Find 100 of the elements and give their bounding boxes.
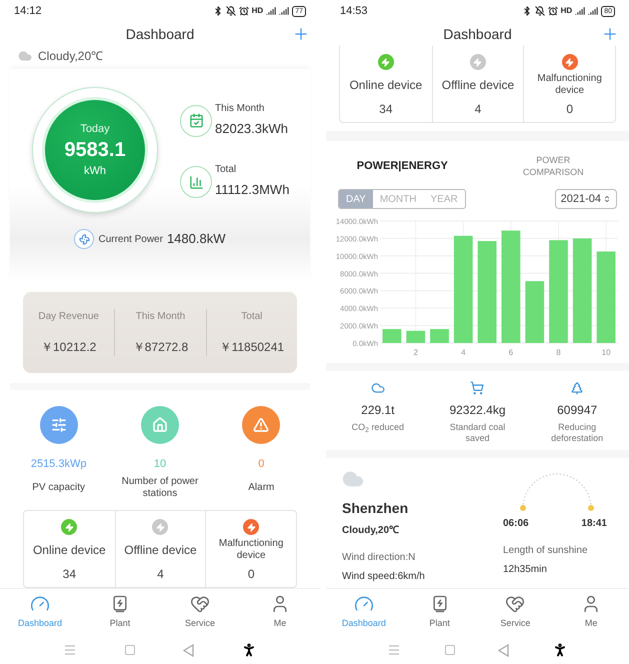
stat-icon xyxy=(180,104,212,137)
summary-value: 0 xyxy=(258,456,264,472)
device-label: Online device xyxy=(32,542,106,559)
stat-label: This Month xyxy=(215,102,266,116)
today-unit: kWh xyxy=(84,164,106,180)
energy-bar xyxy=(430,329,449,343)
nav-tab[interactable]: Dashboard xyxy=(8,594,72,631)
weather-condition: Cloudy,20℃ xyxy=(342,524,400,538)
stat-icon xyxy=(180,166,212,198)
menu-icon[interactable] xyxy=(63,643,78,657)
updown-icon xyxy=(603,195,611,203)
nav-tab[interactable]: Me xyxy=(559,594,624,631)
stat-value: 11112.3MWh xyxy=(215,181,290,200)
device-label: Online device xyxy=(349,77,422,94)
nav-tab[interactable]: Plant xyxy=(408,594,472,631)
weather-text: Cloudy,20℃ xyxy=(38,48,104,65)
summary-label: Number of power stations xyxy=(120,476,200,500)
current-power-label: Current Power xyxy=(98,232,163,247)
wind-direction: Wind direction:N xyxy=(342,551,416,565)
sunrise-time: 06:06 xyxy=(503,517,529,531)
network-indicator: HD xyxy=(560,5,572,17)
nav-tab[interactable]: Me xyxy=(248,594,312,631)
bluetooth-icon xyxy=(522,6,532,16)
month-select[interactable]: 2021-04 xyxy=(554,189,617,209)
today-value: 9583.1 xyxy=(64,138,126,164)
eco-label: Standard coal saved xyxy=(448,422,506,444)
stat-label: Total xyxy=(215,163,238,178)
device-label: Malfunctioning device xyxy=(218,538,284,562)
eco-value: 229.1t xyxy=(361,402,395,419)
home-icon[interactable] xyxy=(444,644,456,656)
eco-value: 92322.4kg xyxy=(449,402,506,419)
bell-off-icon xyxy=(534,6,545,16)
nav-tab[interactable]: Plant xyxy=(88,594,152,631)
heart-hands-icon xyxy=(190,594,210,614)
nav-tab[interactable]: Service xyxy=(483,594,548,631)
stat-value: 82023.3kWh xyxy=(215,120,288,138)
eco-label: Reducing deforestation xyxy=(550,422,604,444)
status-time: 14:12 xyxy=(14,4,42,19)
x-axis-label: 2 xyxy=(413,348,418,357)
cloud-icon xyxy=(18,48,32,63)
revenue-value: ￥87272.8 xyxy=(132,338,188,356)
summary-label: PV capacity xyxy=(31,482,86,494)
device-label: Offline device xyxy=(442,77,514,94)
heart-hands-icon xyxy=(505,594,526,614)
back-icon[interactable] xyxy=(498,644,510,656)
chart-tab[interactable]: POWER|ENERGY xyxy=(356,160,447,172)
page-title: Dashboard xyxy=(126,24,194,44)
x-axis-label: 8 xyxy=(556,348,561,357)
eco-icon xyxy=(370,381,385,395)
energy-bar xyxy=(382,329,402,343)
status-time: 14:53 xyxy=(340,4,368,19)
bluetooth-icon xyxy=(212,6,223,16)
revenue-label: Total xyxy=(241,310,262,324)
device-count: 34 xyxy=(62,566,76,583)
device-count: 4 xyxy=(157,566,164,583)
today-label: Today xyxy=(80,122,110,137)
current-power-value: 1480.8kW xyxy=(166,230,226,248)
signal-icon xyxy=(266,6,276,16)
sunset-time: 18:41 xyxy=(581,517,607,531)
summary-label: Alarm xyxy=(247,482,276,494)
summary-value: 2515.3kWp xyxy=(30,456,86,472)
revenue-label: Day Revenue xyxy=(38,310,99,324)
nav-tab[interactable]: Dashboard xyxy=(332,594,396,631)
eco-icon xyxy=(570,381,584,395)
alarm-icon xyxy=(238,6,249,16)
device-count: 0 xyxy=(566,101,573,118)
menu-icon[interactable] xyxy=(387,643,402,657)
energy-bar xyxy=(525,281,544,343)
device-count: 0 xyxy=(248,566,254,583)
sunshine-label: Length of sunshine xyxy=(503,544,589,558)
eco-label: CO$_{2}$ reduced xyxy=(350,422,405,433)
x-axis-label: 6 xyxy=(508,348,514,357)
signal-icon xyxy=(575,6,586,16)
alarm-icon xyxy=(548,6,558,16)
nav-tab[interactable]: Service xyxy=(168,594,232,631)
device-label: Malfunctioning device xyxy=(536,73,603,97)
home-icon[interactable] xyxy=(124,644,136,656)
x-axis-label: 4 xyxy=(461,348,466,357)
chart-tab[interactable]: POWER COMPARISON xyxy=(508,154,598,178)
eco-value: 609947 xyxy=(557,402,598,419)
device-label: Offline device xyxy=(124,542,197,559)
summary-value: 10 xyxy=(154,456,166,472)
fan-icon xyxy=(74,229,94,250)
signal-icon xyxy=(588,6,598,16)
city-name: Shenzhen xyxy=(342,499,410,518)
sunshine-duration: 12h35min xyxy=(503,563,548,577)
back-icon[interactable] xyxy=(182,644,194,656)
revenue-label: This Month xyxy=(136,310,186,324)
revenue-value: ￥10212.2 xyxy=(40,338,96,356)
page-title: Dashboard xyxy=(443,24,512,44)
wind-speed: Wind speed:6km/h xyxy=(342,570,426,584)
x-axis-label: 10 xyxy=(602,348,611,357)
revenue-value: ￥11850241 xyxy=(220,338,284,356)
energy-bar xyxy=(406,330,426,343)
eco-icon xyxy=(470,381,484,395)
device-count: 34 xyxy=(379,101,392,118)
bell-off-icon xyxy=(226,6,236,16)
signal-icon xyxy=(279,6,290,16)
device-count: 4 xyxy=(474,101,482,118)
network-indicator: HD xyxy=(252,5,264,17)
